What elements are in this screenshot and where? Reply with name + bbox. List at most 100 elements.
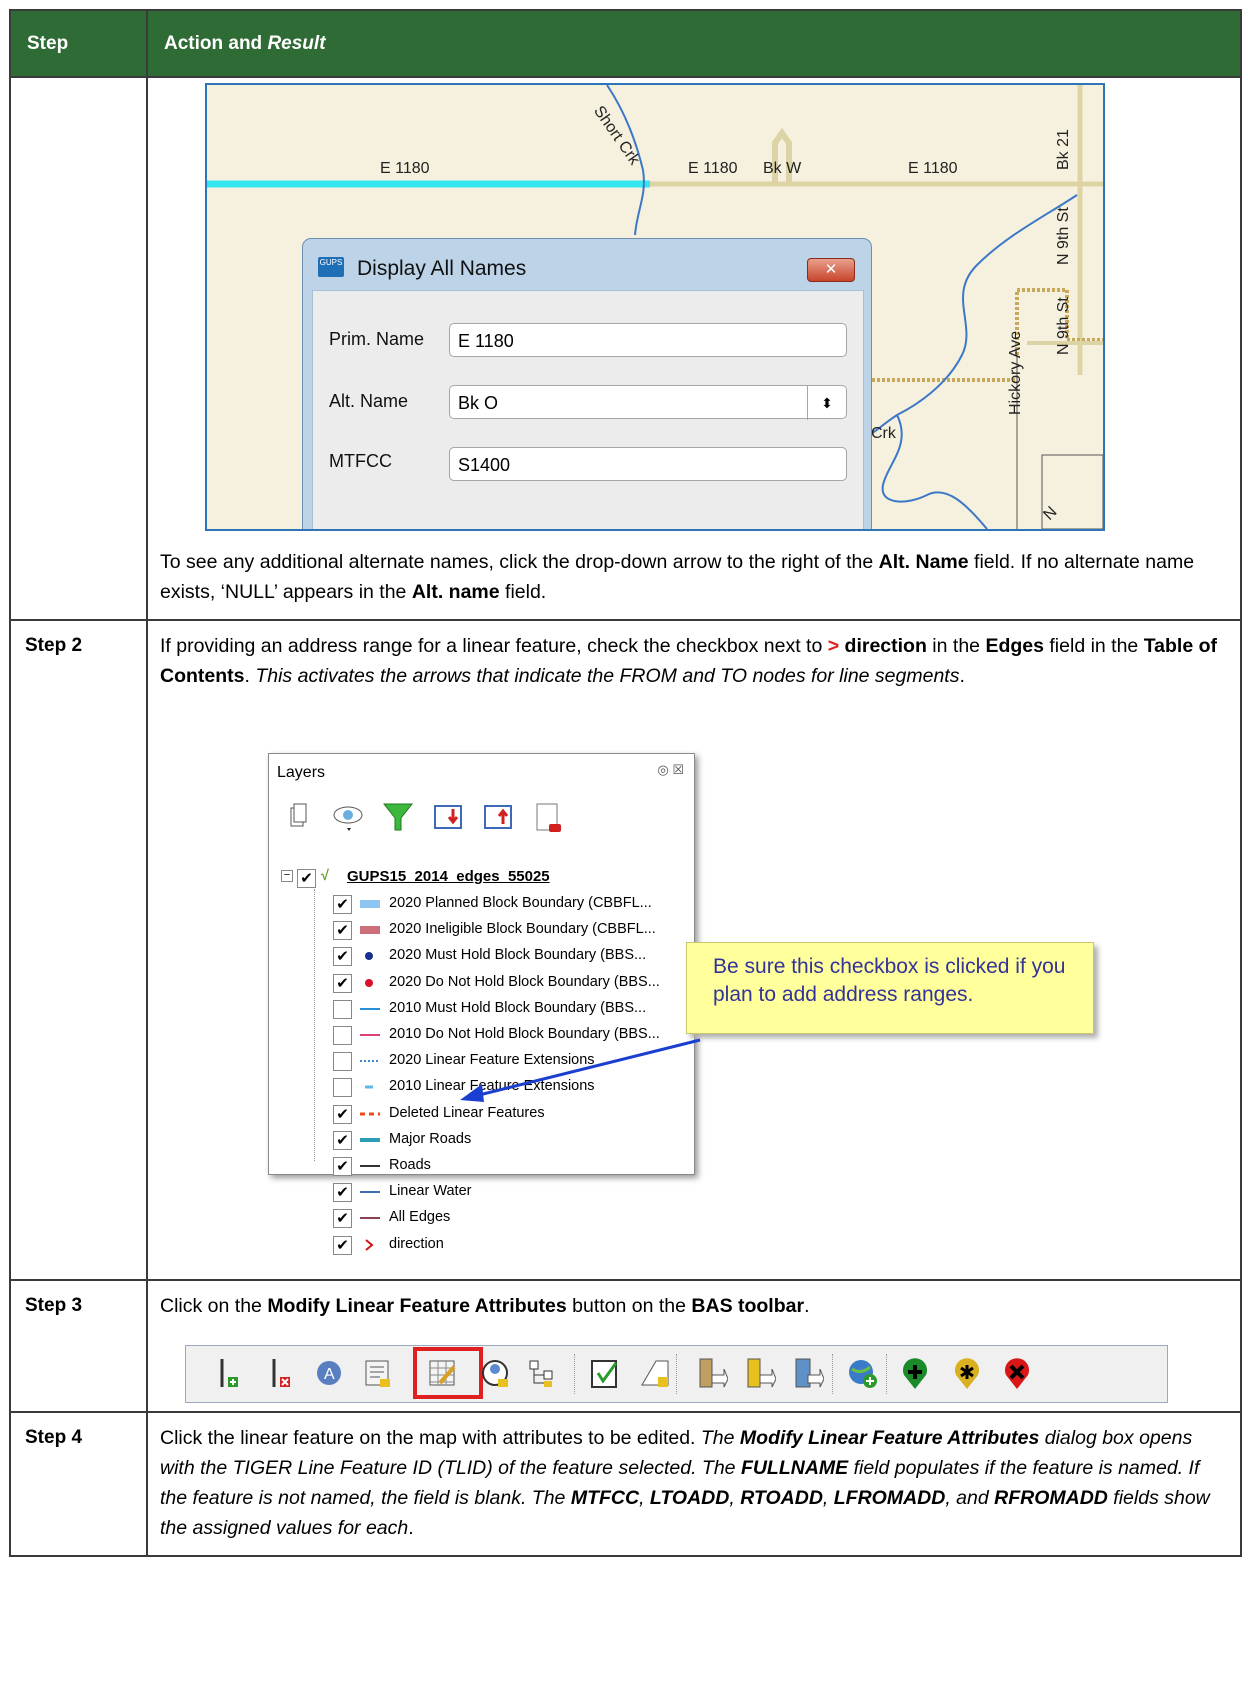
- add-linear-feature-icon[interactable]: [214, 1357, 248, 1391]
- user-icon[interactable]: [478, 1357, 512, 1391]
- layer-label: Major Roads: [389, 1130, 472, 1147]
- collapse-toggle-icon[interactable]: −: [281, 870, 293, 882]
- alt-name-value: Bk O: [458, 393, 499, 413]
- layer-checkbox[interactable]: ✔: [333, 1235, 352, 1255]
- layer-label: Roads: [389, 1157, 431, 1173]
- text-italic: ,: [822, 1487, 834, 1509]
- layer-checkbox[interactable]: [333, 1052, 352, 1072]
- layer-checkbox[interactable]: ✔: [333, 1157, 352, 1176]
- layer-row[interactable]: ✔ direction: [269, 1233, 689, 1259]
- dropdown-arrow-icon[interactable]: ⬍: [807, 386, 846, 420]
- delete-point-icon[interactable]: [1000, 1357, 1034, 1391]
- road-label: Bk W: [763, 160, 802, 177]
- group-checkbox[interactable]: ✔: [297, 869, 316, 888]
- star-point-icon[interactable]: [950, 1357, 984, 1391]
- add-globe-icon[interactable]: [846, 1357, 880, 1391]
- road-label: N 9th St: [1055, 297, 1072, 355]
- text-bold: Alt. name: [411, 581, 500, 603]
- layer-checkbox[interactable]: ✔: [333, 1183, 352, 1203]
- layer-checkbox[interactable]: ✔: [333, 1209, 352, 1229]
- layer-group-row[interactable]: − ✔ √ GUPS15_2014_edges_55025: [269, 866, 689, 892]
- action-cell: Click the linear feature on the map with…: [146, 1411, 1242, 1557]
- toolbar-separator: [574, 1354, 579, 1394]
- edit-shape-icon[interactable]: [638, 1357, 672, 1391]
- header-result-label: Result: [267, 32, 326, 54]
- layer-checkbox[interactable]: [333, 999, 352, 1019]
- step4-instructions: Click the linear feature on the map with…: [148, 1413, 1240, 1555]
- layer-row[interactable]: ✔ 2020 Ineligible Block Boundary (CBBFL..…: [269, 918, 689, 944]
- text-bold: Edges: [985, 635, 1044, 657]
- svg-text:A: A: [324, 1366, 335, 1383]
- close-button[interactable]: ✕: [807, 258, 855, 282]
- layer-checkbox[interactable]: [333, 1026, 352, 1045]
- import-icon[interactable]: [694, 1357, 728, 1391]
- layer-symbol-icon: [360, 1137, 380, 1142]
- layer-row[interactable]: ✔ 2020 Planned Block Boundary (CBBFL...: [269, 892, 689, 918]
- arrow-glyph: >: [827, 635, 840, 657]
- layer-label: 2020 Do Not Hold Block Boundary (BBS...: [389, 973, 660, 990]
- layer-checkbox[interactable]: ✔: [333, 947, 352, 967]
- text-bold-italic: RTOADD: [740, 1487, 823, 1509]
- layer-row[interactable]: ✔ 2020 Do Not Hold Block Boundary (BBS...: [269, 971, 689, 997]
- table-header-row: Step Action and Result: [9, 9, 1242, 78]
- remove-layer-icon[interactable]: [531, 800, 565, 834]
- layer-row[interactable]: ✔ Major Roads: [269, 1128, 689, 1154]
- expand-all-icon[interactable]: [431, 800, 465, 834]
- layer-checkbox[interactable]: ✔: [333, 1104, 352, 1124]
- vector-layer-icon: √: [321, 868, 329, 884]
- text-italic: ,: [729, 1487, 741, 1509]
- table-row: Step 4 Click the linear feature on the m…: [9, 1411, 1242, 1557]
- prim-name-label: Prim. Name: [329, 329, 425, 349]
- layer-row[interactable]: ✔ Roads: [269, 1154, 689, 1180]
- stream-label: Crk: [871, 425, 896, 442]
- checkbox-icon[interactable]: [588, 1357, 622, 1391]
- dialog-title: Display All Names: [357, 257, 527, 280]
- layer-row[interactable]: ✔ Linear Water: [269, 1180, 689, 1206]
- header-step: Step: [9, 9, 148, 78]
- layer-checkbox[interactable]: ✔: [333, 895, 352, 914]
- layer-row[interactable]: ✔ 2020 Must Hold Block Boundary (BBS...: [269, 944, 689, 970]
- add-point-icon[interactable]: [898, 1357, 932, 1391]
- panel-float-close-icons[interactable]: ◎ ☒: [657, 762, 684, 778]
- text: field.: [499, 581, 547, 603]
- text: Click the linear feature on the map with…: [160, 1427, 701, 1449]
- layer-symbol-icon: [365, 978, 373, 987]
- header-action-label: Action and: [164, 32, 268, 54]
- layer-row[interactable]: 2010 Must Hold Block Boundary (BBS...: [269, 997, 689, 1023]
- layer-checkbox[interactable]: ✔: [333, 921, 352, 941]
- layer-checkbox[interactable]: [333, 1078, 352, 1098]
- alt-name-select[interactable]: Bk O ⬍: [449, 385, 847, 420]
- layer-symbol-icon: [360, 1165, 380, 1167]
- layer-checkbox[interactable]: ✔: [333, 973, 352, 993]
- text: field in the: [1043, 635, 1144, 657]
- modify-linear-attributes-icon[interactable]: [426, 1357, 460, 1391]
- layer-label: 2020 Ineligible Block Boundary (CBBFL...: [389, 921, 656, 938]
- delete-linear-feature-icon[interactable]: [266, 1357, 300, 1391]
- address-icon[interactable]: A: [314, 1357, 348, 1391]
- layer-symbol-icon: [365, 952, 373, 961]
- layer-row[interactable]: ✔ All Edges: [269, 1206, 689, 1232]
- collapse-all-icon[interactable]: [481, 800, 515, 834]
- layer-checkbox[interactable]: ✔: [333, 1130, 352, 1150]
- layer-symbol-icon: [360, 1217, 380, 1220]
- hierarchy-icon[interactable]: [526, 1357, 560, 1391]
- mtfcc-field[interactable]: S1400: [449, 447, 847, 481]
- road-label: E 1180: [380, 160, 430, 177]
- table-row: Step 3 Click on the Modify Linear Featur…: [9, 1279, 1242, 1413]
- eye-icon[interactable]: [331, 800, 365, 834]
- layer-label: 2020 Must Hold Block Boundary (BBS...: [389, 947, 647, 964]
- toolbar-separator: [886, 1354, 891, 1394]
- step3-instructions: Click on the Modify Linear Feature Attri…: [148, 1281, 1240, 1333]
- filter-icon[interactable]: [381, 800, 415, 834]
- attribute-table-icon[interactable]: [362, 1357, 396, 1391]
- prim-name-field[interactable]: E 1180: [449, 323, 847, 357]
- transfer-icon[interactable]: [790, 1357, 824, 1391]
- step-label: Step 3: [9, 1279, 148, 1413]
- layer-symbol-icon: [360, 900, 380, 908]
- step-label: Step 2: [9, 619, 148, 1281]
- export-icon[interactable]: [742, 1357, 776, 1391]
- text-bold: Modify Linear Feature Attributes: [267, 1295, 567, 1317]
- add-group-icon[interactable]: [281, 800, 315, 834]
- layer-group-name: GUPS15_2014_edges_55025: [347, 868, 550, 885]
- layer-symbol-icon: [360, 1007, 380, 1010]
